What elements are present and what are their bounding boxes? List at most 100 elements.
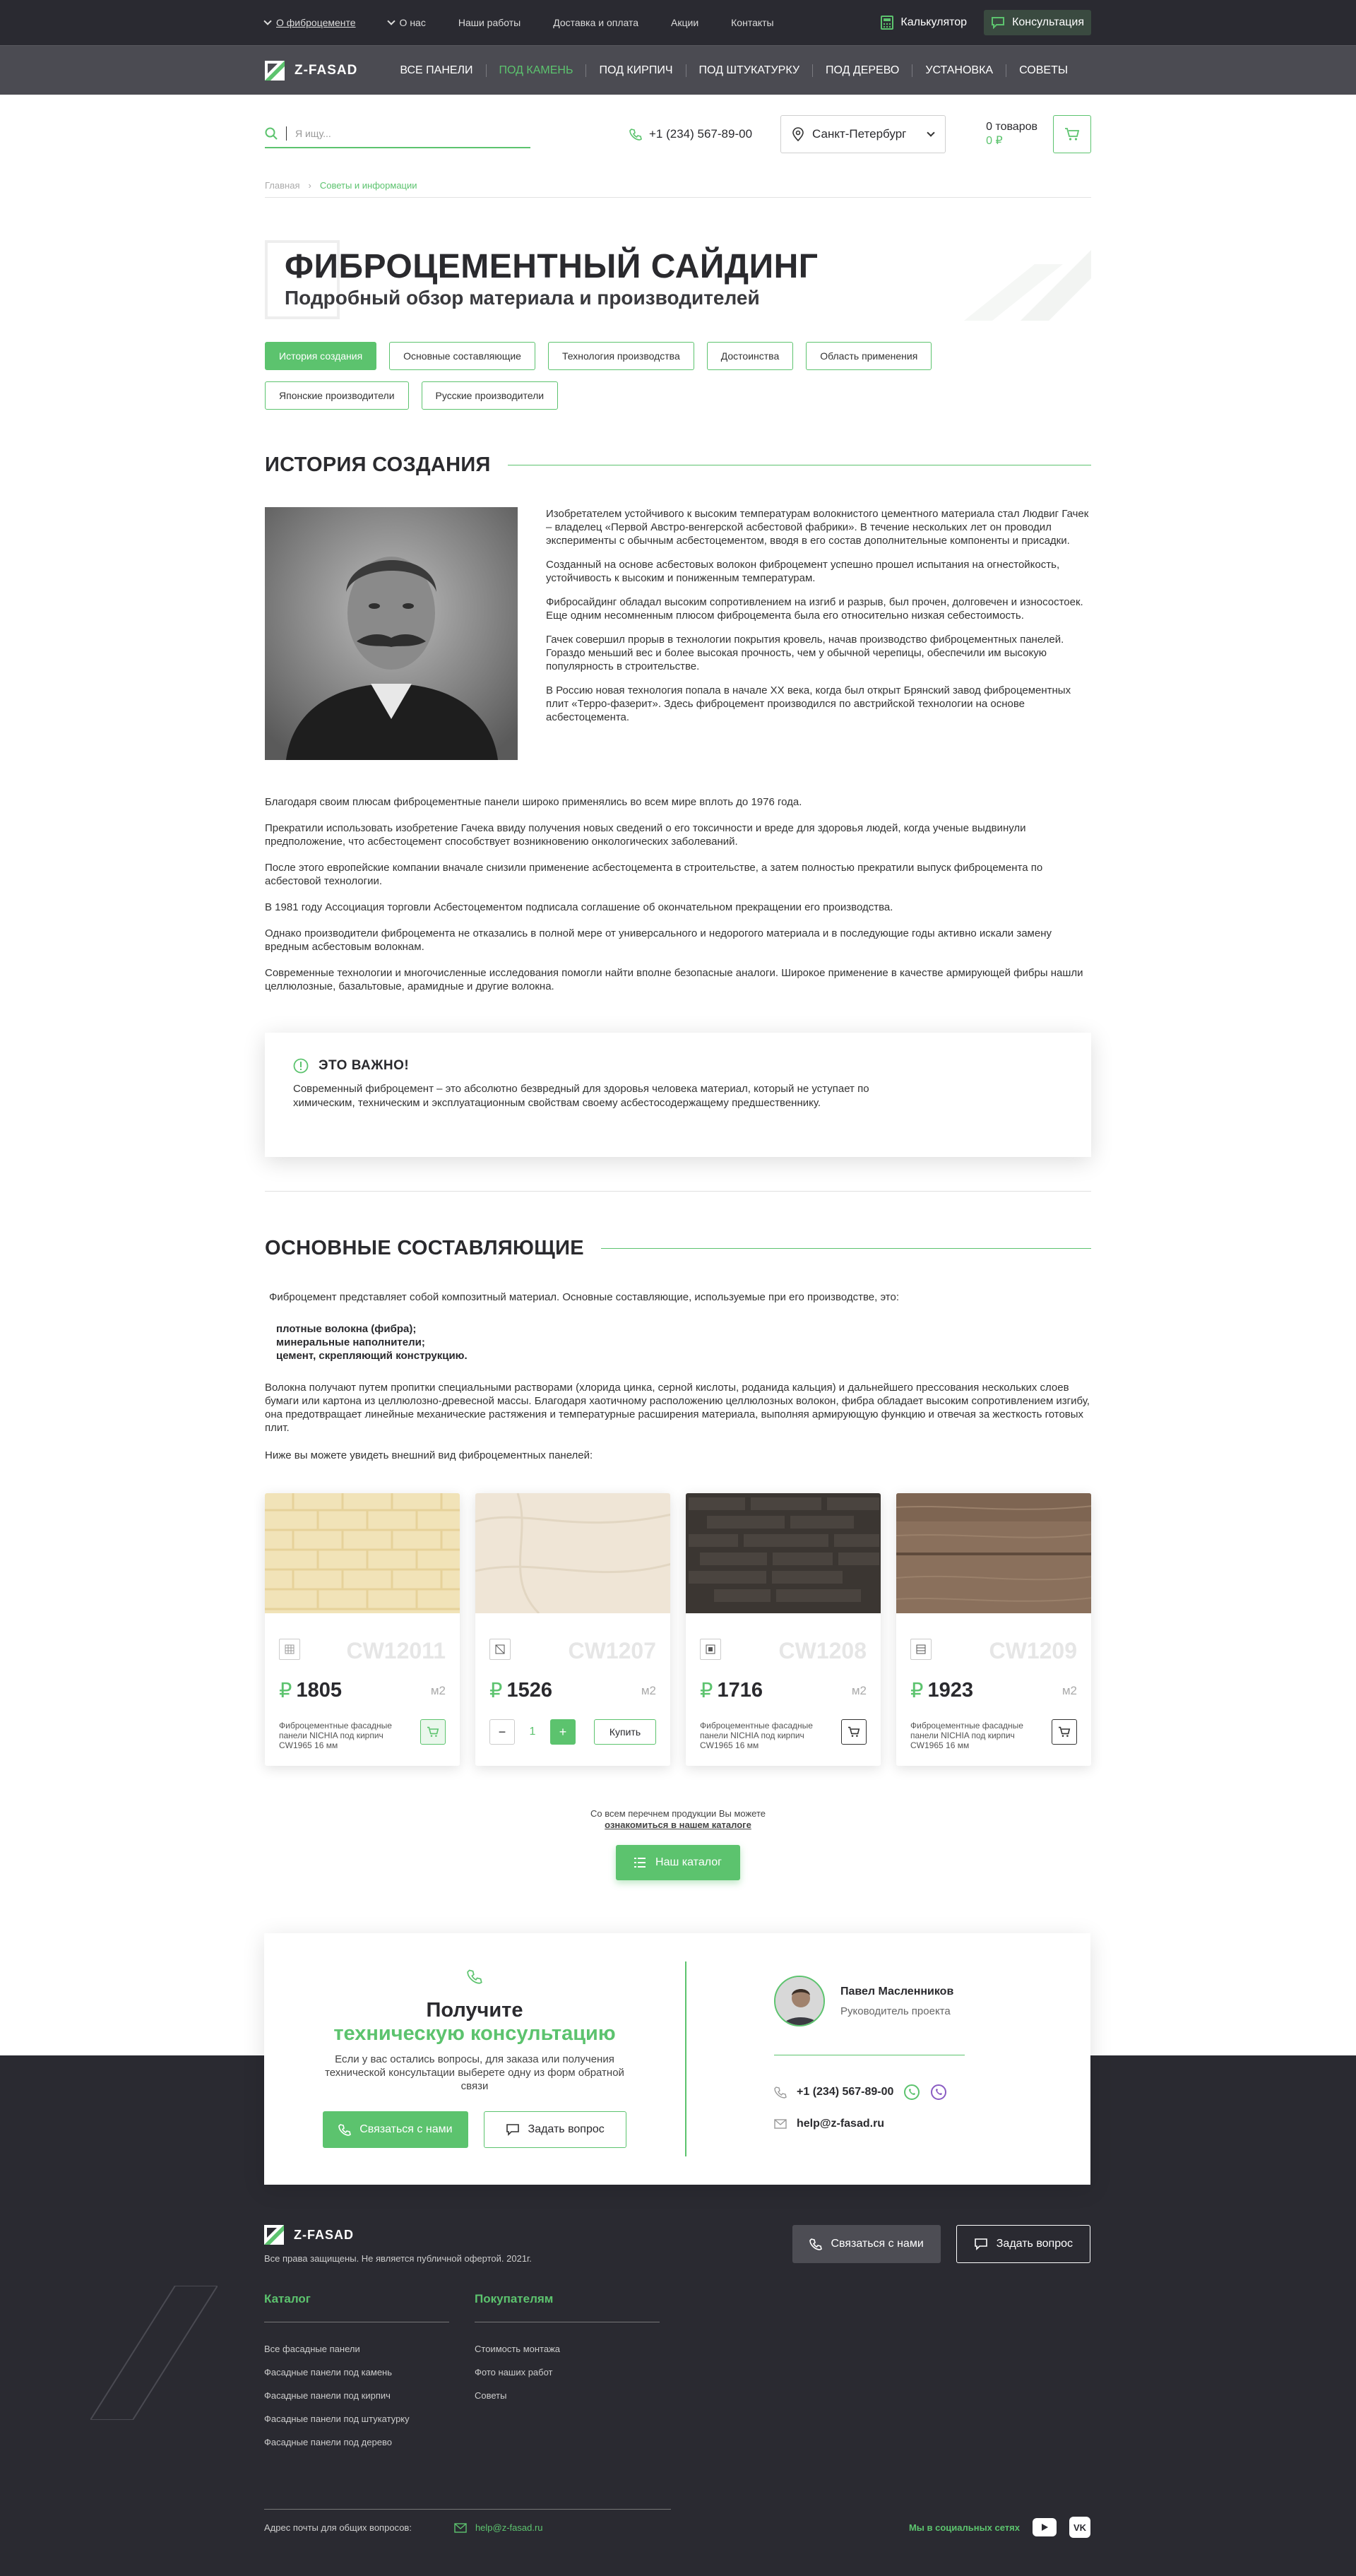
footer-link[interactable]: Все фасадные панели — [264, 2344, 449, 2354]
quantity-input[interactable]: 1 — [515, 1726, 550, 1738]
add-to-cart-button[interactable] — [841, 1719, 867, 1745]
social-label: Мы в социальных сетях — [908, 2522, 1020, 2533]
viber-icon[interactable] — [930, 2084, 947, 2101]
calculator-button[interactable]: Калькулятор — [874, 10, 974, 35]
footer-decor — [90, 2286, 218, 2420]
cart-button[interactable] — [1053, 115, 1091, 153]
important-text: Современный фиброцемент – это абсолютно … — [293, 1083, 869, 1109]
top-bar: О фиброцементе О нас Наши работы Доставк… — [0, 0, 1356, 45]
catalog-note: Со всем перечнем продукции Вы можете озн… — [265, 1808, 1091, 1831]
consult-email-link[interactable]: help@z-fasad.ru — [797, 2118, 884, 2130]
history-side-paragraph: Изобретателем устойчивого к высоким темп… — [546, 508, 1089, 547]
header-phone[interactable]: +1 (234) 567-89-00 — [629, 127, 752, 141]
product-card[interactable]: CW1207 ₽1526 м2 − 1 + Купить — [475, 1493, 670, 1766]
topbar-works[interactable]: Наши работы — [458, 17, 521, 28]
history-paragraph: В 1981 году Ассоциация торговли Асбестоц… — [265, 901, 893, 913]
topbar-sales[interactable]: Акции — [671, 17, 698, 28]
footer-link[interactable]: Фасадные панели под камень — [264, 2367, 449, 2378]
topbar-contacts[interactable]: Контакты — [731, 17, 773, 28]
location-pin-icon — [792, 127, 804, 141]
nav-item-all[interactable]: ВСЕ ПАНЕЛИ — [387, 64, 487, 77]
breadcrumb-home[interactable]: Главная — [265, 180, 299, 191]
topbar-delivery[interactable]: Доставка и оплата — [553, 17, 638, 28]
footer-link[interactable]: Стоимость монтажа — [475, 2344, 660, 2354]
vk-icon[interactable]: VK — [1069, 2517, 1090, 2538]
add-to-cart-button[interactable] — [420, 1719, 446, 1745]
nav-item-stone[interactable]: ПОД КАМЕНЬ — [487, 64, 587, 77]
product-price: 1923 — [927, 1679, 973, 1702]
search-field[interactable]: Я ищу... — [265, 120, 530, 148]
list-icon — [634, 1858, 646, 1868]
tab-russian[interactable]: Русские производители — [421, 381, 559, 410]
history-paragraph: Однако производители фиброцемента не отк… — [265, 927, 1052, 953]
buy-button[interactable]: Купить — [594, 1719, 656, 1745]
phone-ring-icon — [467, 1969, 482, 1984]
footer-link[interactable]: Фасадные панели под кирпич — [264, 2390, 449, 2401]
product-code: CW1209 — [989, 1638, 1078, 1663]
nav-item-tips[interactable]: СОВЕТЫ — [1006, 64, 1081, 77]
footer-link[interactable]: Советы — [475, 2390, 660, 2401]
product-price: 1526 — [506, 1679, 552, 1702]
product-card[interactable]: CW1209 ₽1923 м2 Фиброцементные фасадные … — [896, 1493, 1091, 1766]
consult-phone-link[interactable]: +1 (234) 567-89-00 — [797, 2086, 893, 2099]
logo-mark-icon — [265, 61, 285, 81]
catalog-link[interactable]: ознакомиться в нашем каталоге — [605, 1820, 751, 1830]
ask-question-button[interactable]: Задать вопрос — [483, 2111, 626, 2148]
city-select[interactable]: Санкт-Петербург — [780, 115, 946, 153]
whatsapp-icon[interactable] — [903, 2084, 920, 2101]
components-heading: ОСНОВНЫЕ СОСТАВЛЯЮЩИЕ — [265, 1234, 1091, 1262]
footer-contact-button[interactable]: Связаться с нами — [792, 2225, 941, 2263]
texture-icon — [489, 1639, 511, 1660]
decrement-button[interactable]: − — [489, 1719, 515, 1745]
contact-us-button[interactable]: Связаться с нами — [323, 2111, 468, 2148]
tab-technology[interactable]: Технология производства — [547, 342, 694, 370]
product-unit: м2 — [641, 1684, 656, 1697]
tab-advantages[interactable]: Достоинства — [706, 342, 794, 370]
product-card[interactable]: CW1208 ₽1716 м2 Фиброцементные фасадные … — [686, 1493, 881, 1766]
important-callout: ЭТО ВАЖНО! Современный фиброцемент – это… — [265, 1033, 1091, 1157]
footer-link[interactable]: Фото наших работ — [475, 2367, 660, 2378]
nav-item-wood[interactable]: ПОД ДЕРЕВО — [813, 64, 913, 77]
footer-mail-link[interactable]: help@z-fasad.ru — [454, 2522, 543, 2533]
product-description: Фиброцементные фасадные панели NICHIA по… — [910, 1721, 1023, 1750]
chevron-down-icon — [386, 17, 396, 25]
contact-us-label: Связаться с нами — [359, 2123, 453, 2135]
phone-icon — [809, 2238, 823, 2250]
tab-japanese[interactable]: Японские производители — [265, 381, 409, 410]
product-image-plaster — [475, 1493, 670, 1615]
consultation-button[interactable]: Консультация — [984, 10, 1091, 35]
product-unit: м2 — [430, 1684, 446, 1697]
ruble-icon: ₽ — [489, 1680, 503, 1702]
search-input[interactable]: Я ищу... — [295, 128, 331, 139]
page-subtitle: Подробный обзор материала и производител… — [285, 287, 760, 309]
logo[interactable]: Z-FASAD — [265, 61, 357, 81]
tab-history[interactable]: История создания — [265, 342, 377, 370]
increment-button[interactable]: + — [550, 1719, 576, 1745]
topbar-about-us[interactable]: О нас — [386, 17, 426, 28]
youtube-icon[interactable] — [1033, 2518, 1057, 2536]
nav-item-brick[interactable]: ПОД КИРПИЧ — [586, 64, 686, 77]
tab-application[interactable]: Область применения — [806, 342, 932, 370]
footer-link[interactable]: Фасадные панели под штукатурку — [264, 2414, 449, 2424]
add-to-cart-button[interactable] — [1052, 1719, 1077, 1745]
nav-item-install[interactable]: УСТАНОВКА — [912, 64, 1007, 77]
footer-buyers-column: Покупателям Стоимость монтажа Фото наших… — [475, 2292, 660, 2447]
footer-ask-label: Задать вопрос — [996, 2238, 1073, 2250]
consult-title: Получите — [426, 1999, 523, 2022]
catalog-button[interactable]: Наш каталог — [616, 1845, 740, 1880]
product-card[interactable]: CW12011 ₽1805 м2 Фиброцементные фасадные… — [265, 1493, 460, 1766]
footer-ask-button[interactable]: Задать вопрос — [956, 2225, 1090, 2263]
texture-icon — [279, 1639, 300, 1660]
components-paragraph: Волокна получают путем пропитки специаль… — [265, 1382, 1090, 1434]
mail-icon — [774, 2119, 787, 2129]
topbar-about-fibro[interactable]: О фиброцементе — [263, 17, 356, 28]
history-paragraph: Прекратили использовать изобретение Гаче… — [265, 822, 1026, 848]
tab-components[interactable]: Основные составляющие — [389, 342, 535, 370]
nav-item-plaster[interactable]: ПОД ШТУКАТУРКУ — [686, 64, 813, 77]
ask-question-label: Задать вопрос — [528, 2123, 605, 2135]
texture-icon — [700, 1639, 721, 1660]
quantity-stepper: − 1 + — [489, 1719, 576, 1745]
history-paragraph: Современные технологии и многочисленные … — [265, 967, 1083, 992]
logo-mark-icon — [264, 2225, 284, 2245]
footer-link[interactable]: Фасадные панели под дерево — [264, 2437, 449, 2447]
